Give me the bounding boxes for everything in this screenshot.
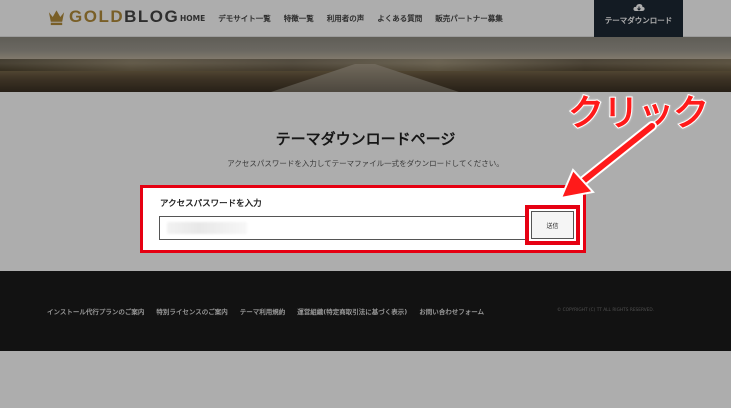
- logo-text: GOLDBLOG: [69, 7, 179, 27]
- password-form: アクセスパスワードを入力 送信: [140, 185, 586, 253]
- footer-link-install-plan[interactable]: インストール代行プランのご案内: [47, 306, 144, 316]
- password-label: アクセスパスワードを入力: [160, 199, 262, 209]
- main-nav: HOME デモサイト一覧 特徴一覧 利用者の声 よくある質問 販売パートナー募集: [180, 0, 516, 37]
- nav-features[interactable]: 特徴一覧: [284, 13, 314, 24]
- dim-overlay-left: [0, 185, 140, 253]
- red-arrow-icon: [559, 121, 657, 200]
- copyright-text: © COPYRIGHT (C) TT ALL RIGHTS RESERVED.: [557, 308, 655, 313]
- site-header: GOLDBLOG HOME デモサイト一覧 特徴一覧 利用者の声 よくある質問 …: [0, 0, 731, 37]
- submit-button-label: 送信: [531, 211, 574, 239]
- footer-link-terms[interactable]: テーマ利用規約: [240, 306, 286, 316]
- theme-download-button[interactable]: テーマダウンロード: [594, 0, 683, 37]
- nav-home[interactable]: HOME: [180, 14, 205, 23]
- nav-testimonials[interactable]: 利用者の声: [327, 13, 365, 24]
- nav-partner-recruit[interactable]: 販売パートナー募集: [435, 13, 503, 24]
- logo-text-blog: BLOG: [124, 7, 180, 26]
- redacted-value: [167, 222, 247, 234]
- site-logo[interactable]: GOLDBLOG: [47, 7, 179, 27]
- cloud-download-icon: [632, 4, 645, 11]
- footer-link-contact[interactable]: お問い合わせフォーム: [419, 306, 484, 316]
- footer-link-organization[interactable]: 運営組織(特定商取引法に基づく表示): [297, 306, 407, 316]
- footer-links: インストール代行プランのご案内 特別ライセンスのご案内 テーマ利用規約 運営組織…: [47, 306, 496, 316]
- logo-text-gold: GOLD: [69, 7, 125, 26]
- nav-faq[interactable]: よくある質問: [377, 13, 422, 24]
- footer-link-special-license[interactable]: 特別ライセンスのご案内: [156, 306, 227, 316]
- nav-demo-sites[interactable]: デモサイト一覧: [218, 13, 271, 24]
- submit-button[interactable]: 送信: [525, 205, 580, 245]
- crown-icon: [48, 10, 65, 26]
- download-button-label: テーマダウンロード: [604, 16, 673, 25]
- page-bottom: [0, 351, 731, 408]
